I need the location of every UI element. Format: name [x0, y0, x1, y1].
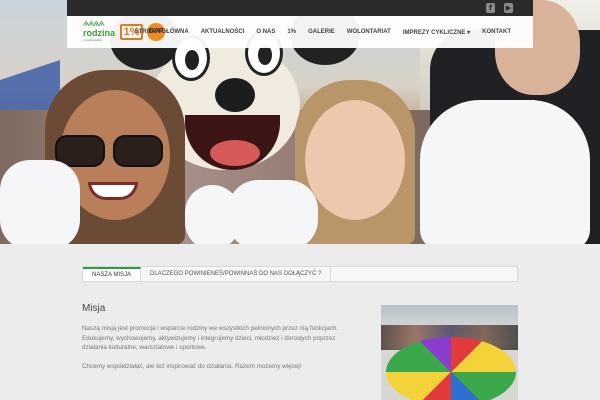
site-logo[interactable]: ѦѦѦѦ rodzina z wychowania — [83, 20, 115, 44]
menu-item-contact[interactable]: KONTAKT — [476, 29, 517, 35]
youtube-icon[interactable]: ▶ — [504, 3, 513, 13]
menu-item-volunteering[interactable]: WOLONTARIAT — [341, 29, 397, 35]
menu-item-news[interactable]: AKTUALNOŚCI — [195, 29, 251, 35]
menu-item-about[interactable]: O NAS — [250, 29, 281, 35]
main-navigation-bar: ѦѦѦѦ rodzina z wychowania 1% OPP STRONA … — [67, 16, 533, 48]
content-tabs: NASZA MISJA DLACZEGO POWINIENEŚ/POWINNAŚ… — [82, 266, 518, 282]
menu-item-galleries[interactable]: GALERIE — [302, 29, 341, 35]
section-title: Misja — [82, 303, 106, 314]
tab-why-join[interactable]: DLACZEGO POWINIENEŚ/POWINNAŚ DO NAS DOŁĄ… — [141, 267, 332, 281]
logo-people-graphic: ѦѦѦѦ — [83, 20, 105, 28]
children-parachute-photo — [381, 305, 518, 400]
mission-paragraph: Naszą misją jest promocja i wsparcie rod… — [82, 325, 339, 351]
menu-item-events-dropdown[interactable]: IMPREZY CYKLICZNE ▾ — [397, 29, 476, 36]
social-links: f ▶ — [486, 3, 513, 13]
logo-tagline: z wychowania — [83, 38, 102, 42]
menu-item-home[interactable]: STRONA GŁÓWNA — [129, 29, 195, 35]
menu-item-one-percent[interactable]: 1% — [281, 29, 302, 35]
logo-word: rodzina — [83, 28, 116, 38]
tab-our-mission[interactable]: NASZA MISJA — [83, 267, 142, 281]
mission-closing-paragraph: Chcemy współdziałać, ale też inspirować … — [82, 363, 302, 370]
facebook-icon[interactable]: f — [486, 3, 495, 13]
top-bar: f ▶ — [67, 0, 533, 16]
main-menu: STRONA GŁÓWNA AKTUALNOŚCI O NAS 1% GALER… — [129, 16, 517, 48]
